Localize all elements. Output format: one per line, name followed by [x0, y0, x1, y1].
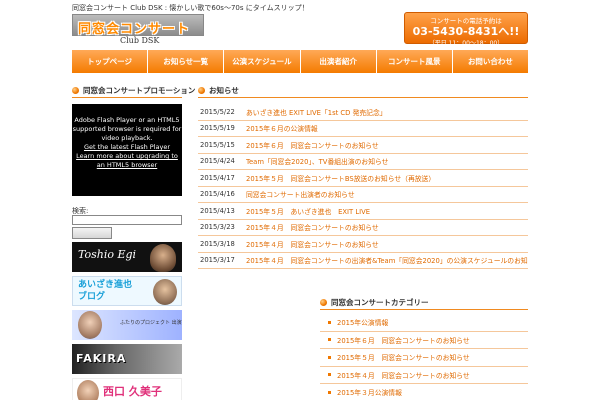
nav-performers[interactable]: 出演者紹介: [300, 50, 377, 73]
list-item: 2015年３月公演情報: [320, 384, 528, 400]
nav-contact[interactable]: お問い合わせ: [452, 50, 529, 73]
list-item: 2015/5/19 2015年６月の公演情報: [198, 121, 528, 137]
orange-bullet-icon: [198, 87, 205, 94]
video-player-placeholder: Adobe Flash Player or an HTML5 supported…: [72, 104, 182, 196]
banner-title: あいざき進也 ブログ: [78, 280, 133, 302]
flash-message-line: supported browser is required for: [72, 125, 182, 133]
news-link[interactable]: 2015年４月 同窓会コンサートのお知らせ: [246, 239, 379, 249]
banner-signature: Toshio Egi: [78, 248, 137, 261]
get-flash-link[interactable]: Get the latest Flash Player: [72, 143, 182, 152]
list-item: 2015年公演情報: [320, 314, 528, 332]
category-link[interactable]: 2015年５月 同窓会コンサートのお知らせ: [337, 352, 470, 362]
banner-aizaki-blog[interactable]: あいざき進也 ブログ: [72, 276, 182, 306]
news-date: 2015/4/17: [200, 173, 235, 182]
list-item: 2015年６月 同窓会コンサートのお知らせ: [320, 332, 528, 349]
category-heading: 同窓会コンサートカテゴリー: [320, 296, 528, 310]
banner-title: FAKIRA: [76, 352, 127, 365]
search-button[interactable]: [72, 227, 112, 239]
news-date: 2015/4/13: [200, 206, 235, 215]
square-bullet-icon: [328, 338, 331, 342]
news-heading: お知らせ: [198, 84, 528, 98]
tel-label: コンサートの電話予約は: [430, 17, 502, 25]
news-link[interactable]: 同窓会コンサート出演者のお知らせ: [246, 189, 355, 199]
square-bullet-icon: [328, 373, 331, 377]
list-item: 2015/4/13 2015年５月 あいざき進也 EXIT LIVE: [198, 203, 528, 220]
news-link[interactable]: 2015年４月 同窓会コンサートの出演者&Team「同窓会2020」の公演スケジ…: [246, 255, 528, 265]
news-link[interactable]: 2015年４月 同窓会コンサートのお知らせ: [246, 222, 379, 232]
flash-message-line: video playback.: [101, 134, 153, 142]
list-item: 2015/3/23 2015年４月 同窓会コンサートのお知らせ: [198, 220, 528, 236]
tel-hours: （平日 11：00～18：00）: [428, 40, 504, 47]
list-item: 2015/3/18 2015年４月 同窓会コンサートのお知らせ: [198, 236, 528, 253]
list-item: 2015/5/22 あいざき進也 EXIT LIVE「1st CD 発売記念」: [198, 104, 528, 121]
news-date: 2015/5/15: [200, 140, 235, 149]
square-bullet-icon: [328, 320, 331, 324]
list-item: 2015年５月 同窓会コンサートのお知らせ: [320, 349, 528, 367]
news-list: 2015/5/22 あいざき進也 EXIT LIVE「1st CD 発売記念」 2…: [198, 104, 528, 269]
banner-title: 西口 久美子: [103, 385, 162, 398]
news-link[interactable]: 2015年６月 同窓会コンサートのお知らせ: [246, 140, 379, 150]
list-item: 2015/3/17 2015年４月 同窓会コンサートの出演者&Team「同窓会20…: [198, 253, 528, 269]
portrait-icon: [77, 380, 99, 400]
category-link[interactable]: 2015年３月公演情報: [337, 387, 402, 397]
list-item: 2015/4/16 同窓会コンサート出演者のお知らせ: [198, 187, 528, 203]
list-item: 2015/4/17 2015年５月 同窓会コンサートBS放送のお知らせ（再放送）: [198, 170, 528, 187]
nav-schedule[interactable]: 公演スケジュール: [224, 50, 301, 73]
news-date: 2015/3/18: [200, 239, 235, 248]
portrait-icon: [78, 311, 102, 339]
news-date: 2015/5/19: [200, 124, 235, 133]
search-input[interactable]: [72, 215, 182, 225]
sidebar-heading: 同窓会コンサートプロモーション: [72, 84, 195, 98]
list-item: 2015年４月 同窓会コンサートのお知らせ: [320, 367, 528, 384]
news-link[interactable]: 2015年５月 あいざき進也 EXIT LIVE: [246, 206, 370, 216]
site-logo[interactable]: 同窓会コンサート: [72, 14, 204, 37]
list-item: 2015/5/15 2015年６月 同窓会コンサートのお知らせ: [198, 137, 528, 154]
nav-top-page[interactable]: トップページ: [72, 50, 149, 73]
news-link[interactable]: Team「同窓会2020」、TV番組出演のお知らせ: [246, 156, 388, 166]
nav-news-list[interactable]: お知らせ一覧: [148, 50, 225, 73]
banner-caption: ふたりのプロジェクト 出演: [120, 320, 182, 326]
banner-fakira[interactable]: FAKIRA: [72, 344, 182, 374]
news-date: 2015/5/22: [200, 107, 235, 116]
nav-concert-scenes[interactable]: コンサート風景: [376, 50, 453, 73]
category-list: 2015年公演情報 2015年６月 同窓会コンサートのお知らせ 2015年５月 …: [320, 314, 528, 400]
main-navigation: トップページ お知らせ一覧 公演スケジュール 出演者紹介 コンサート風景 お問い…: [72, 50, 529, 73]
banner-project[interactable]: ふたりのプロジェクト 出演: [72, 310, 182, 340]
portrait-icon: [153, 279, 177, 305]
news-link[interactable]: あいざき進也 EXIT LIVE「1st CD 発売記念」: [246, 107, 387, 117]
news-date: 2015/3/17: [200, 256, 235, 265]
category-heading-label: 同窓会コンサートカテゴリー: [331, 298, 429, 307]
news-link[interactable]: 2015年６月の公演情報: [246, 123, 318, 133]
list-item: 2015/4/24 Team「同窓会2020」、TV番組出演のお知らせ: [198, 154, 528, 170]
flash-message-line: Adobe Flash Player or an HTML5: [74, 116, 180, 124]
square-bullet-icon: [328, 355, 331, 359]
tel-number: 03-5430-8431へ!!: [412, 25, 520, 38]
news-date: 2015/4/24: [200, 157, 235, 166]
news-date: 2015/4/16: [200, 190, 235, 199]
orange-bullet-icon: [320, 299, 327, 306]
news-date: 2015/3/23: [200, 223, 235, 232]
logo-subtitle: Club DSK: [120, 36, 160, 45]
portrait-icon: [150, 244, 176, 272]
site-tagline: 同窓会コンサート Club DSK : 懐かしい歌で60s～70s にタイムスリ…: [72, 4, 309, 12]
category-link[interactable]: 2015年公演情報: [337, 317, 388, 327]
banner-toshio-egi[interactable]: Toshio Egi: [72, 242, 182, 272]
orange-bullet-icon: [72, 87, 79, 94]
sidebar-heading-label: 同窓会コンサートプロモーション: [83, 86, 196, 95]
news-link[interactable]: 2015年５月 同窓会コンサートBS放送のお知らせ（再放送）: [246, 173, 435, 183]
phone-reservation-banner[interactable]: コンサートの電話予約は 03-5430-8431へ!! （平日 11：00～18…: [404, 12, 528, 47]
logo-text: 同窓会コンサート: [78, 22, 191, 37]
category-link[interactable]: 2015年６月 同窓会コンサートのお知らせ: [337, 335, 470, 345]
category-link[interactable]: 2015年４月 同窓会コンサートのお知らせ: [337, 370, 470, 380]
news-heading-label: お知らせ: [209, 86, 239, 95]
banner-nishiguchi[interactable]: 西口 久美子: [72, 378, 182, 400]
upgrade-html5-link[interactable]: Learn more about upgrading to an HTML5 b…: [72, 152, 182, 170]
square-bullet-icon: [328, 390, 331, 394]
